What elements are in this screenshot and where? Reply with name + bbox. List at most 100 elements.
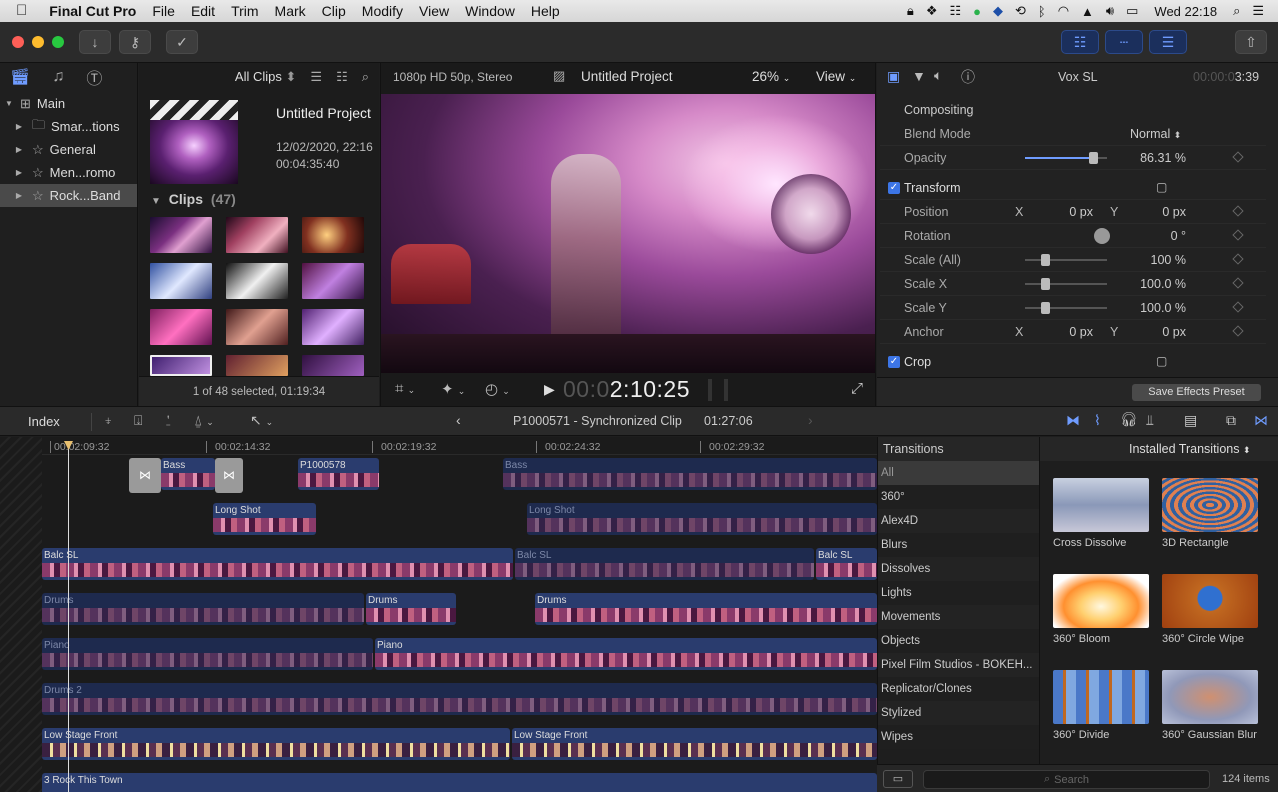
speed-tool-icon[interactable]: ◴ ⌄ [485,380,510,398]
titles-generators-icon[interactable]: Ⓣ [86,65,102,89]
browser-toggle-button[interactable]: ☷ [1061,30,1099,54]
clip-thumbnail[interactable] [150,309,212,345]
keyframe-icon[interactable] [1232,277,1244,289]
background-tasks-button[interactable]: ✓ [166,30,198,54]
crop-row[interactable]: ✓ Crop ▢ [880,350,1266,374]
position-row[interactable]: Position X 0 px Y 0 px [880,200,1266,224]
clip-thumbnail[interactable] [302,355,364,376]
notification-center-icon[interactable]: ☰ [1246,3,1278,19]
zoom-window-button[interactable] [52,36,64,48]
keyframe-icon[interactable] [1232,151,1244,163]
timeline-clip[interactable]: Bass [161,458,215,490]
anchor-row[interactable]: Anchor X 0 px Y 0 px [880,320,1266,344]
clip-filter-dropdown[interactable]: All Clips ⬍ [235,69,297,85]
crop-tool-icon[interactable]: ⌗ ⌄ [395,380,415,397]
project-name[interactable]: Untitled Project [276,105,371,121]
library-general[interactable]: ▶ ☆ General [0,138,137,161]
index-button[interactable]: Index [28,414,60,429]
clip-thumbnail[interactable] [302,217,364,253]
transition-category[interactable]: Pixel Film Studios - BOKEH... [878,653,1039,677]
filmstrip-view-icon[interactable]: ☷ [336,69,348,85]
transition-category[interactable]: Stylized [878,701,1039,725]
effects-browser-icon[interactable]: ⧉ [1226,412,1236,429]
project-thumbnail[interactable] [150,100,238,184]
transition-category[interactable]: Objects [878,629,1039,653]
anchor-x[interactable]: 0 px [1045,325,1093,339]
transition-handle[interactable]: ⋈ [129,458,161,493]
timeline-area[interactable]: 00:02:09:32 00:02:14:32 00:02:19:32 00:0… [0,437,877,792]
timeline-toggle-button[interactable]: ┄ [1105,30,1143,54]
photos-audio-icon[interactable]: ♫ [52,68,64,86]
menu-view[interactable]: View [411,0,457,22]
spotlight-icon[interactable]: ⌕ [1227,3,1246,19]
timeline-clip[interactable]: Bass [503,458,877,490]
import-button[interactable]: ↓ [79,30,111,54]
transition-category[interactable]: Movements [878,605,1039,629]
scale-all-value[interactable]: 100 % [1120,253,1186,267]
clip-appearance-icon[interactable]: ▤ [1184,412,1197,429]
insert-clip-icon[interactable]: ⍗ [134,412,142,429]
timeline-clip[interactable]: P1000578 [298,458,379,490]
wifi-icon[interactable]: ◠ [1052,3,1075,19]
timeline-clip[interactable]: Piano [42,638,373,670]
library-smart-collections[interactable]: ▶ 🗀 Smar...tions [0,115,137,138]
scale-all-row[interactable]: Scale (All) 100 % [880,248,1266,272]
transition-category[interactable]: All [878,461,1039,485]
position-x[interactable]: 0 px [1045,205,1093,219]
skimming-icon[interactable]: ⧓ [1066,412,1080,429]
menu-file[interactable]: File [144,0,183,22]
timeline-clip[interactable]: Drums [535,593,877,625]
close-window-button[interactable] [12,36,24,48]
info-inspector-icon[interactable]: ⓘ [961,67,975,87]
installed-transitions-dropdown[interactable]: Installed Transitions ⬍ [1129,442,1251,456]
fullscreen-icon[interactable]: ⤢ [851,380,863,397]
opacity-knob[interactable] [1089,152,1098,164]
keyword-button[interactable]: ⚷ [119,30,151,54]
scale-all-slider[interactable] [1025,254,1107,266]
view-dropdown[interactable]: View ⌄ [816,69,856,84]
menu-window[interactable]: Window [457,0,523,22]
connect-clip-icon[interactable]: ⍖ [104,412,112,429]
transition-handle[interactable]: ⋈ [215,458,243,493]
audio-skimming-icon[interactable]: ⌇ [1094,412,1101,429]
menu-extra-icon[interactable]: ☷ [943,3,967,19]
transition-item[interactable]: 3D Rectangle [1162,478,1258,550]
back-arrow-icon[interactable]: ‹ [456,412,461,428]
disclosure-right-icon[interactable]: ▶ [12,122,26,131]
share-button[interactable]: ⇧ [1235,30,1267,54]
timeline-clip[interactable]: Piano [375,638,877,670]
transitions-browser-icon[interactable]: ⋈ [1254,412,1268,429]
airplay-icon[interactable]: ▲ [1075,4,1100,19]
timeline-clip[interactable]: Long Shot [213,503,316,535]
disclosure-down-icon[interactable]: ▼ [2,99,16,108]
status-dot-icon[interactable]: ● [967,4,987,19]
time-machine-icon[interactable]: ⟲ [1009,3,1032,19]
video-frame[interactable] [381,94,875,373]
battery-icon[interactable]: ▭ [1120,3,1144,19]
transform-row[interactable]: ✓ Transform ▢ [880,176,1266,200]
keyframe-icon[interactable] [1232,301,1244,313]
scale-knob[interactable] [1041,278,1050,290]
transition-category[interactable]: Alex4D [878,509,1039,533]
forward-arrow-icon[interactable]: › [808,412,813,428]
libraries-icon[interactable]: 🎬︎ [10,67,30,87]
library-menpromo[interactable]: ▶ ☆ Men...romo [0,161,137,184]
audio-inspector-icon[interactable]: 🔈︎ [934,67,942,84]
clips-section-header[interactable]: ▼ Clips (47) [151,191,236,207]
play-button[interactable]: ▶︎ [544,381,555,398]
crop-onscreen-icon[interactable]: ▢ [1156,354,1167,368]
clip-thumbnail-selected[interactable] [150,355,212,376]
rotation-dial-icon[interactable] [1094,228,1110,244]
anchor-y[interactable]: 0 px [1140,325,1186,339]
clip-thumbnail[interactable] [226,263,288,299]
snapping-icon[interactable]: ⫫ [1146,412,1154,429]
compositing-header[interactable]: Compositing [904,103,973,117]
headphones-icon[interactable]: 🎧︎ [1120,411,1138,428]
lock-icon[interactable]: 🔒︎ [901,3,920,19]
rotation-value[interactable]: 0 ° [1130,229,1186,243]
timeline-clip[interactable]: Drums 2 [42,683,877,715]
library-rockband[interactable]: ▶ ☆ Rock...Band [0,184,137,207]
color-inspector-icon[interactable]: ▼ [912,68,926,84]
transform-tool-icon[interactable]: ✦ ⌄ [441,380,465,398]
apple-icon[interactable]:  [0,0,41,22]
